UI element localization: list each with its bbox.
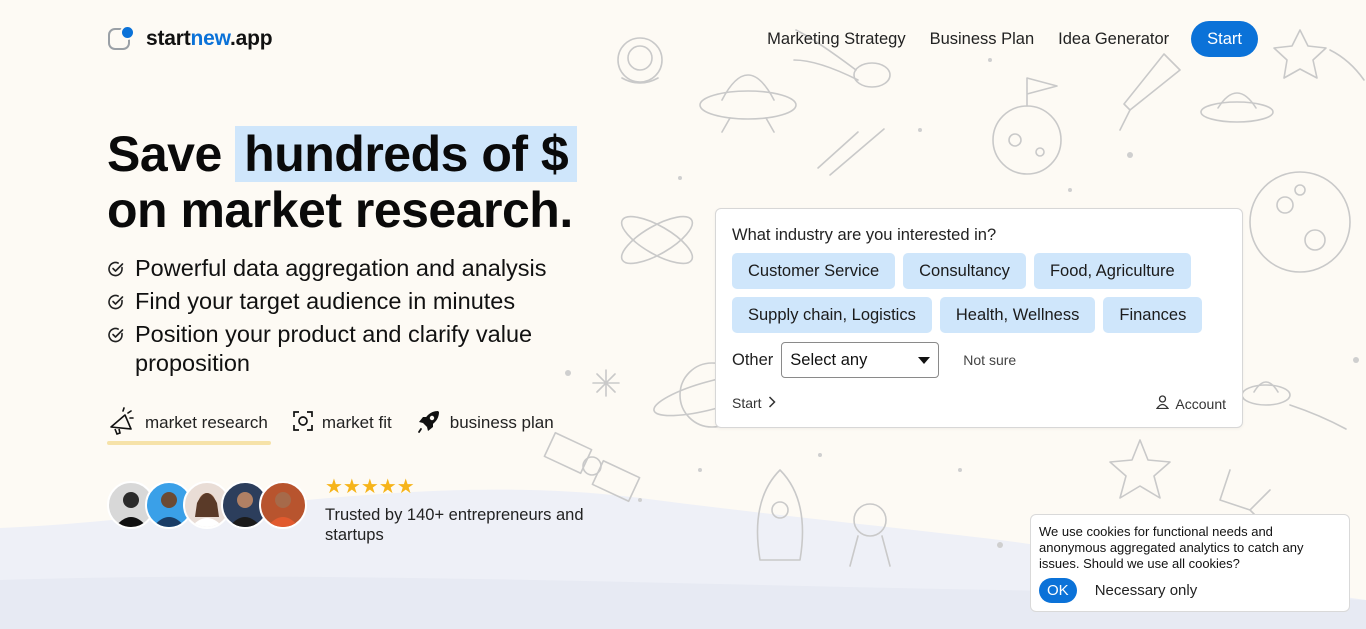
hero-headline: Save hundreds of $ on market research. xyxy=(107,126,578,238)
check-circle-icon xyxy=(107,320,135,349)
focus-target-icon xyxy=(292,410,314,437)
industry-chip-list: Customer Service Consultancy Food, Agric… xyxy=(732,253,1232,341)
nav-business-plan[interactable]: Business Plan xyxy=(930,30,1035,49)
rocket-icon xyxy=(1119,53,1181,131)
industry-question: What industry are you interested in? xyxy=(732,226,997,244)
ufo-icon xyxy=(699,74,797,133)
headline-pre: Save xyxy=(107,126,236,182)
megaphone-icon xyxy=(107,406,137,440)
tab-label: business plan xyxy=(449,413,554,432)
select-value: Select any xyxy=(790,350,868,369)
astronaut-bottom-icon xyxy=(849,503,891,567)
rocket-launch-icon xyxy=(416,408,442,439)
rating-block: ★★★★★ Trusted by 140+ entrepreneurs and … xyxy=(325,474,615,545)
other-row: Other Select any Not sure xyxy=(732,342,1016,378)
cookie-necessary-button[interactable]: Necessary only xyxy=(1095,582,1198,599)
feature-text: Find your target audience in minutes xyxy=(135,288,516,314)
rocket-bottom-icon xyxy=(756,469,804,561)
chevron-right-icon xyxy=(768,395,776,411)
feature-list: Powerful data aggregation and analysis F… xyxy=(107,254,607,382)
tab-business-plan[interactable]: business plan xyxy=(416,406,554,440)
start-button[interactable]: Start xyxy=(1191,21,1258,57)
card-start-button[interactable]: Start xyxy=(732,395,776,411)
chip-supply-chain[interactable]: Supply chain, Logistics xyxy=(732,297,932,333)
top-nav: Marketing Strategy Business Plan Idea Ge… xyxy=(743,21,1258,57)
astronaut-icon xyxy=(617,37,663,84)
feature-tabs: market research market fit business plan xyxy=(107,406,578,445)
nav-idea-generator[interactable]: Idea Generator xyxy=(1058,30,1169,49)
check-circle-icon xyxy=(107,287,135,316)
trusted-text: Trusted by 140+ entrepreneurs and startu… xyxy=(325,506,584,544)
feature-text: Powerful data aggregation and analysis xyxy=(135,255,547,281)
cookie-ok-button[interactable]: OK xyxy=(1039,578,1077,603)
check-circle-icon xyxy=(107,254,135,283)
logo-text: startnew.app xyxy=(146,27,273,50)
avatar xyxy=(259,481,307,529)
logo-mark-icon xyxy=(108,25,135,52)
ufo-small-icon xyxy=(1200,92,1274,123)
chip-customer-service[interactable]: Customer Service xyxy=(732,253,896,289)
feature-item: Find your target audience in minutes xyxy=(107,287,607,316)
avatar-group xyxy=(107,481,307,529)
ufo-right-icon xyxy=(1241,381,1347,430)
feature-item: Position your product and clarify value … xyxy=(107,320,607,378)
logo[interactable]: startnew.app xyxy=(108,25,273,52)
star-icon xyxy=(1273,29,1365,81)
chip-consultancy[interactable]: Consultancy xyxy=(903,253,1026,289)
cookie-actions: OK Necessary only xyxy=(1039,578,1197,603)
industry-select[interactable]: Select any xyxy=(781,342,940,378)
chip-food-agriculture[interactable]: Food, Agriculture xyxy=(1033,253,1191,289)
feature-text: Position your product and clarify value … xyxy=(135,321,533,376)
account-label: Account xyxy=(1175,395,1226,412)
cookie-banner: We use cookies for functional needs and … xyxy=(1030,514,1350,612)
cookie-message: We use cookies for functional needs and … xyxy=(1039,524,1304,571)
tab-market-fit[interactable]: market fit xyxy=(292,406,392,440)
nav-marketing-strategy[interactable]: Marketing Strategy xyxy=(767,30,905,49)
chip-health-wellness[interactable]: Health, Wellness xyxy=(939,297,1096,333)
tab-label: market research xyxy=(145,413,268,432)
account-button[interactable]: Account xyxy=(1156,395,1226,412)
not-sure-button[interactable]: Not sure xyxy=(963,352,1016,368)
tab-market-research[interactable]: market research xyxy=(107,406,271,445)
card-start-label: Start xyxy=(732,395,762,411)
tab-label: market fit xyxy=(321,413,392,432)
feature-item: Powerful data aggregation and analysis xyxy=(107,254,607,283)
headline-highlight: hundreds of $ xyxy=(235,126,578,182)
five-star-rating: ★★★★★ xyxy=(325,476,415,498)
planet-flag-icon xyxy=(992,77,1062,175)
atom-icon xyxy=(620,215,694,265)
caret-down-icon xyxy=(918,356,931,364)
other-label: Other xyxy=(732,350,774,369)
industry-card: What industry are you interested in? Cus… xyxy=(715,208,1243,428)
headline-line2: on market research. xyxy=(107,182,573,238)
chip-finances[interactable]: Finances xyxy=(1103,297,1203,333)
user-icon xyxy=(1156,395,1170,412)
moon-icon xyxy=(1249,171,1351,273)
